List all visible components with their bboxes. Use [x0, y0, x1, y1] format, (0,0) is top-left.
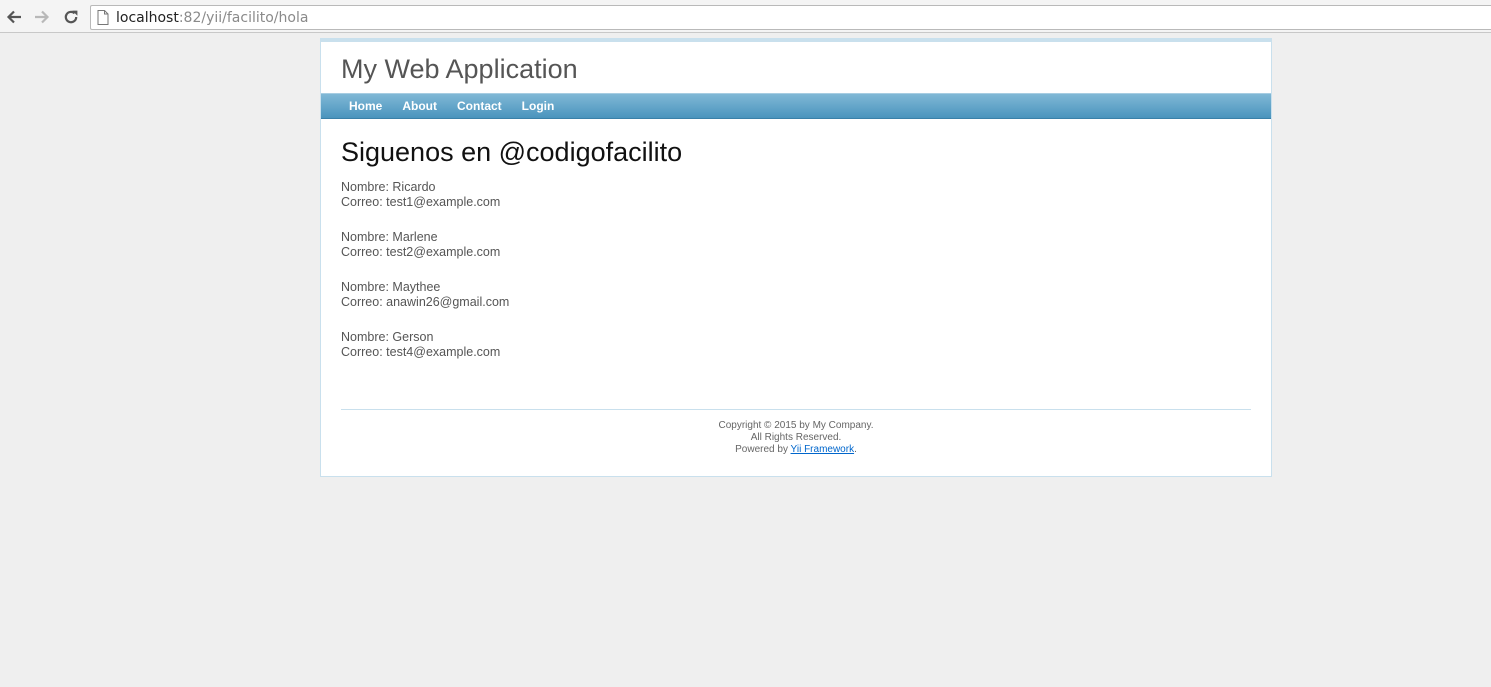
address-bar[interactable]: localhost:82/yii/facilito/hola: [90, 5, 1491, 30]
footer-powered-suffix: .: [854, 444, 857, 455]
footer-copyright: Copyright © 2015 by My Company.: [718, 420, 874, 431]
list-item: Nombre: Ricardo Correo: test1@example.co…: [341, 180, 1251, 210]
url-text: localhost:82/yii/facilito/hola: [116, 10, 308, 26]
person-name: Nombre: Ricardo: [341, 180, 436, 194]
person-list: Nombre: Ricardo Correo: test1@example.co…: [341, 180, 1251, 360]
forward-arrow-icon[interactable]: [32, 7, 52, 27]
page-title: Siguenos en @codigofacilito: [341, 137, 683, 167]
footer-powered-prefix: Powered by: [735, 444, 791, 455]
browser-toolbar: localhost:82/yii/facilito/hola: [0, 0, 1491, 33]
person-email: Correo: test1@example.com: [341, 195, 501, 209]
list-item: Nombre: Gerson Correo: test4@example.com: [341, 330, 1251, 360]
footer-rights: All Rights Reserved.: [750, 432, 842, 443]
url-host: localhost: [116, 10, 179, 26]
page-icon: [97, 10, 109, 30]
person-email: Correo: test4@example.com: [341, 345, 501, 359]
list-item: Nombre: Marlene Correo: test2@example.co…: [341, 230, 1251, 260]
person-email: Correo: anawin26@gmail.com: [341, 295, 510, 309]
person-name: Nombre: Maythee: [341, 280, 441, 294]
footer-divider: [341, 409, 1251, 410]
main-content: Siguenos en @codigofacilito Nombre: Rica…: [341, 136, 1251, 380]
list-item: Nombre: Maythee Correo: anawin26@gmail.c…: [341, 280, 1251, 310]
footer: Copyright © 2015 by My Company. All Righ…: [341, 420, 1251, 456]
reload-icon[interactable]: [61, 7, 81, 27]
menu-item-contact[interactable]: Contact: [447, 94, 512, 118]
back-arrow-icon[interactable]: [4, 7, 24, 27]
menu-item-about[interactable]: About: [392, 94, 447, 118]
menu-item-login[interactable]: Login: [512, 94, 565, 118]
yii-framework-link[interactable]: Yii Framework: [791, 444, 855, 455]
main-menu: Home About Contact Login: [321, 93, 1271, 119]
person-name: Nombre: Marlene: [341, 230, 438, 244]
page-container: My Web Application Home About Contact Lo…: [320, 38, 1272, 477]
menu-item-home[interactable]: Home: [339, 94, 392, 118]
person-name: Nombre: Gerson: [341, 330, 434, 344]
person-email: Correo: test2@example.com: [341, 245, 501, 259]
url-path: :82/yii/facilito/hola: [178, 10, 309, 26]
site-logo: My Web Application: [341, 54, 578, 84]
footer-powered: Powered by Yii Framework.: [341, 444, 1251, 456]
